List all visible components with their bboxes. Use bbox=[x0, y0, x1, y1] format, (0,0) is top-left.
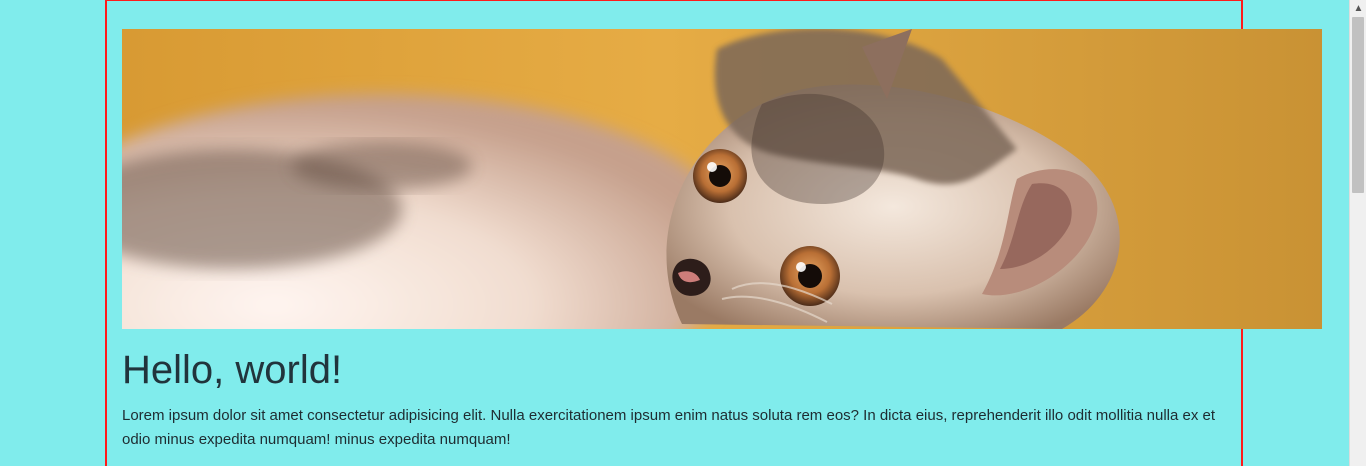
vertical-scrollbar[interactable]: ▲ bbox=[1349, 0, 1366, 466]
chevron-up-icon[interactable]: ▲ bbox=[1350, 0, 1366, 17]
page-title: Hello, world! bbox=[122, 348, 343, 392]
scrollbar-thumb[interactable] bbox=[1352, 17, 1364, 193]
page: Hello, world! Lorem ipsum dolor sit amet… bbox=[0, 0, 1366, 466]
hero-image bbox=[122, 29, 1322, 329]
intro-paragraph: Lorem ipsum dolor sit amet consectetur a… bbox=[122, 407, 1216, 448]
